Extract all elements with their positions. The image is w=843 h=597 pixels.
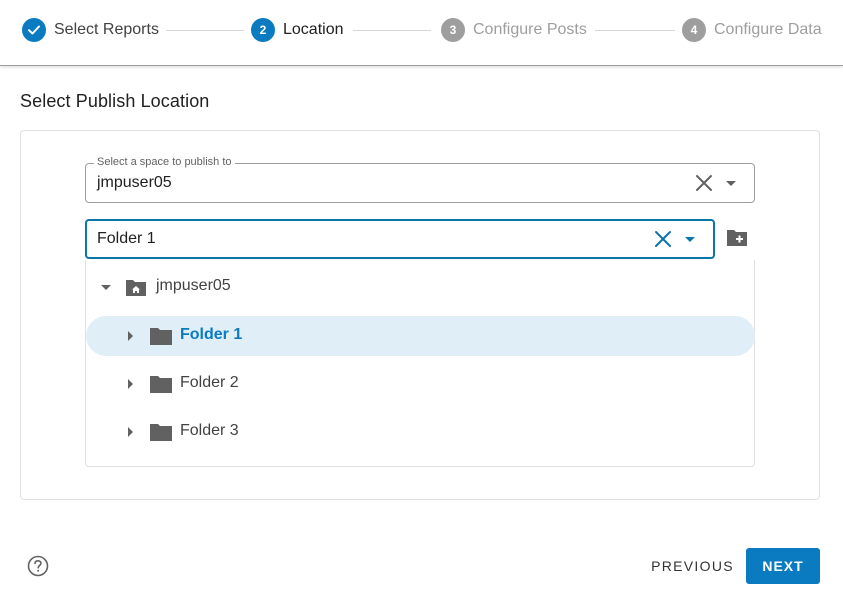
folder-select[interactable]: Folder 1 <box>85 219 715 259</box>
caret-right-icon[interactable] <box>128 427 133 437</box>
next-button[interactable]: NEXT <box>746 548 820 584</box>
tree-node-root[interactable]: jmpuser05 <box>86 267 755 307</box>
step-connector <box>166 30 244 31</box>
tree-node-label: Folder 2 <box>180 374 239 391</box>
folder-icon <box>150 423 172 446</box>
help-circle-icon[interactable] <box>27 555 49 577</box>
stepper: Select Reports 2 Location 3 Configure Po… <box>0 0 843 66</box>
check-circle-icon <box>22 18 46 42</box>
space-select[interactable]: Select a space to publish to jmpuser05 <box>85 156 755 203</box>
tree-node-folder-2[interactable]: Folder 2 <box>86 364 755 404</box>
step-select-reports[interactable]: Select Reports <box>22 17 159 43</box>
tree-node-folder-3[interactable]: Folder 3 <box>86 412 755 452</box>
folder-tree: jmpuser05 Folder 1 Folder 2 Folder 3 <box>85 260 755 467</box>
step-configure-data: 4 Configure Data <box>682 17 822 43</box>
tree-node-label: jmpuser05 <box>156 277 231 294</box>
tree-node-label: Folder 1 <box>180 326 243 343</box>
caret-down-icon[interactable] <box>726 181 736 186</box>
step-number-badge: 4 <box>682 18 706 42</box>
step-location[interactable]: 2 Location <box>251 17 344 43</box>
caret-down-icon[interactable] <box>101 285 111 290</box>
step-label: Location <box>283 21 344 38</box>
step-label: Configure Posts <box>473 21 587 38</box>
folder-icon <box>150 375 172 398</box>
close-icon[interactable] <box>694 173 714 193</box>
step-label: Configure Data <box>714 21 822 38</box>
step-number-badge: 2 <box>251 18 275 42</box>
page-title: Select Publish Location <box>20 91 210 111</box>
step-configure-posts: 3 Configure Posts <box>441 17 587 43</box>
previous-button[interactable]: PREVIOUS <box>645 549 740 583</box>
tree-node-folder-1[interactable]: Folder 1 <box>86 316 755 356</box>
step-number-badge: 3 <box>441 18 465 42</box>
folder-icon <box>150 327 172 350</box>
caret-right-icon[interactable] <box>128 331 133 341</box>
caret-right-icon[interactable] <box>128 379 133 389</box>
close-icon[interactable] <box>653 229 673 249</box>
create-new-folder-icon[interactable] <box>725 227 749 249</box>
folder-select-value: Folder 1 <box>97 230 156 247</box>
caret-down-icon[interactable] <box>685 237 695 242</box>
space-select-value: jmpuser05 <box>97 174 172 191</box>
space-select-label: Select a space to publish to <box>94 156 235 168</box>
tree-node-label: Folder 3 <box>180 422 239 439</box>
step-connector <box>353 30 431 31</box>
step-connector <box>595 30 675 31</box>
step-label: Select Reports <box>54 21 159 38</box>
home-folder-icon <box>126 279 146 301</box>
